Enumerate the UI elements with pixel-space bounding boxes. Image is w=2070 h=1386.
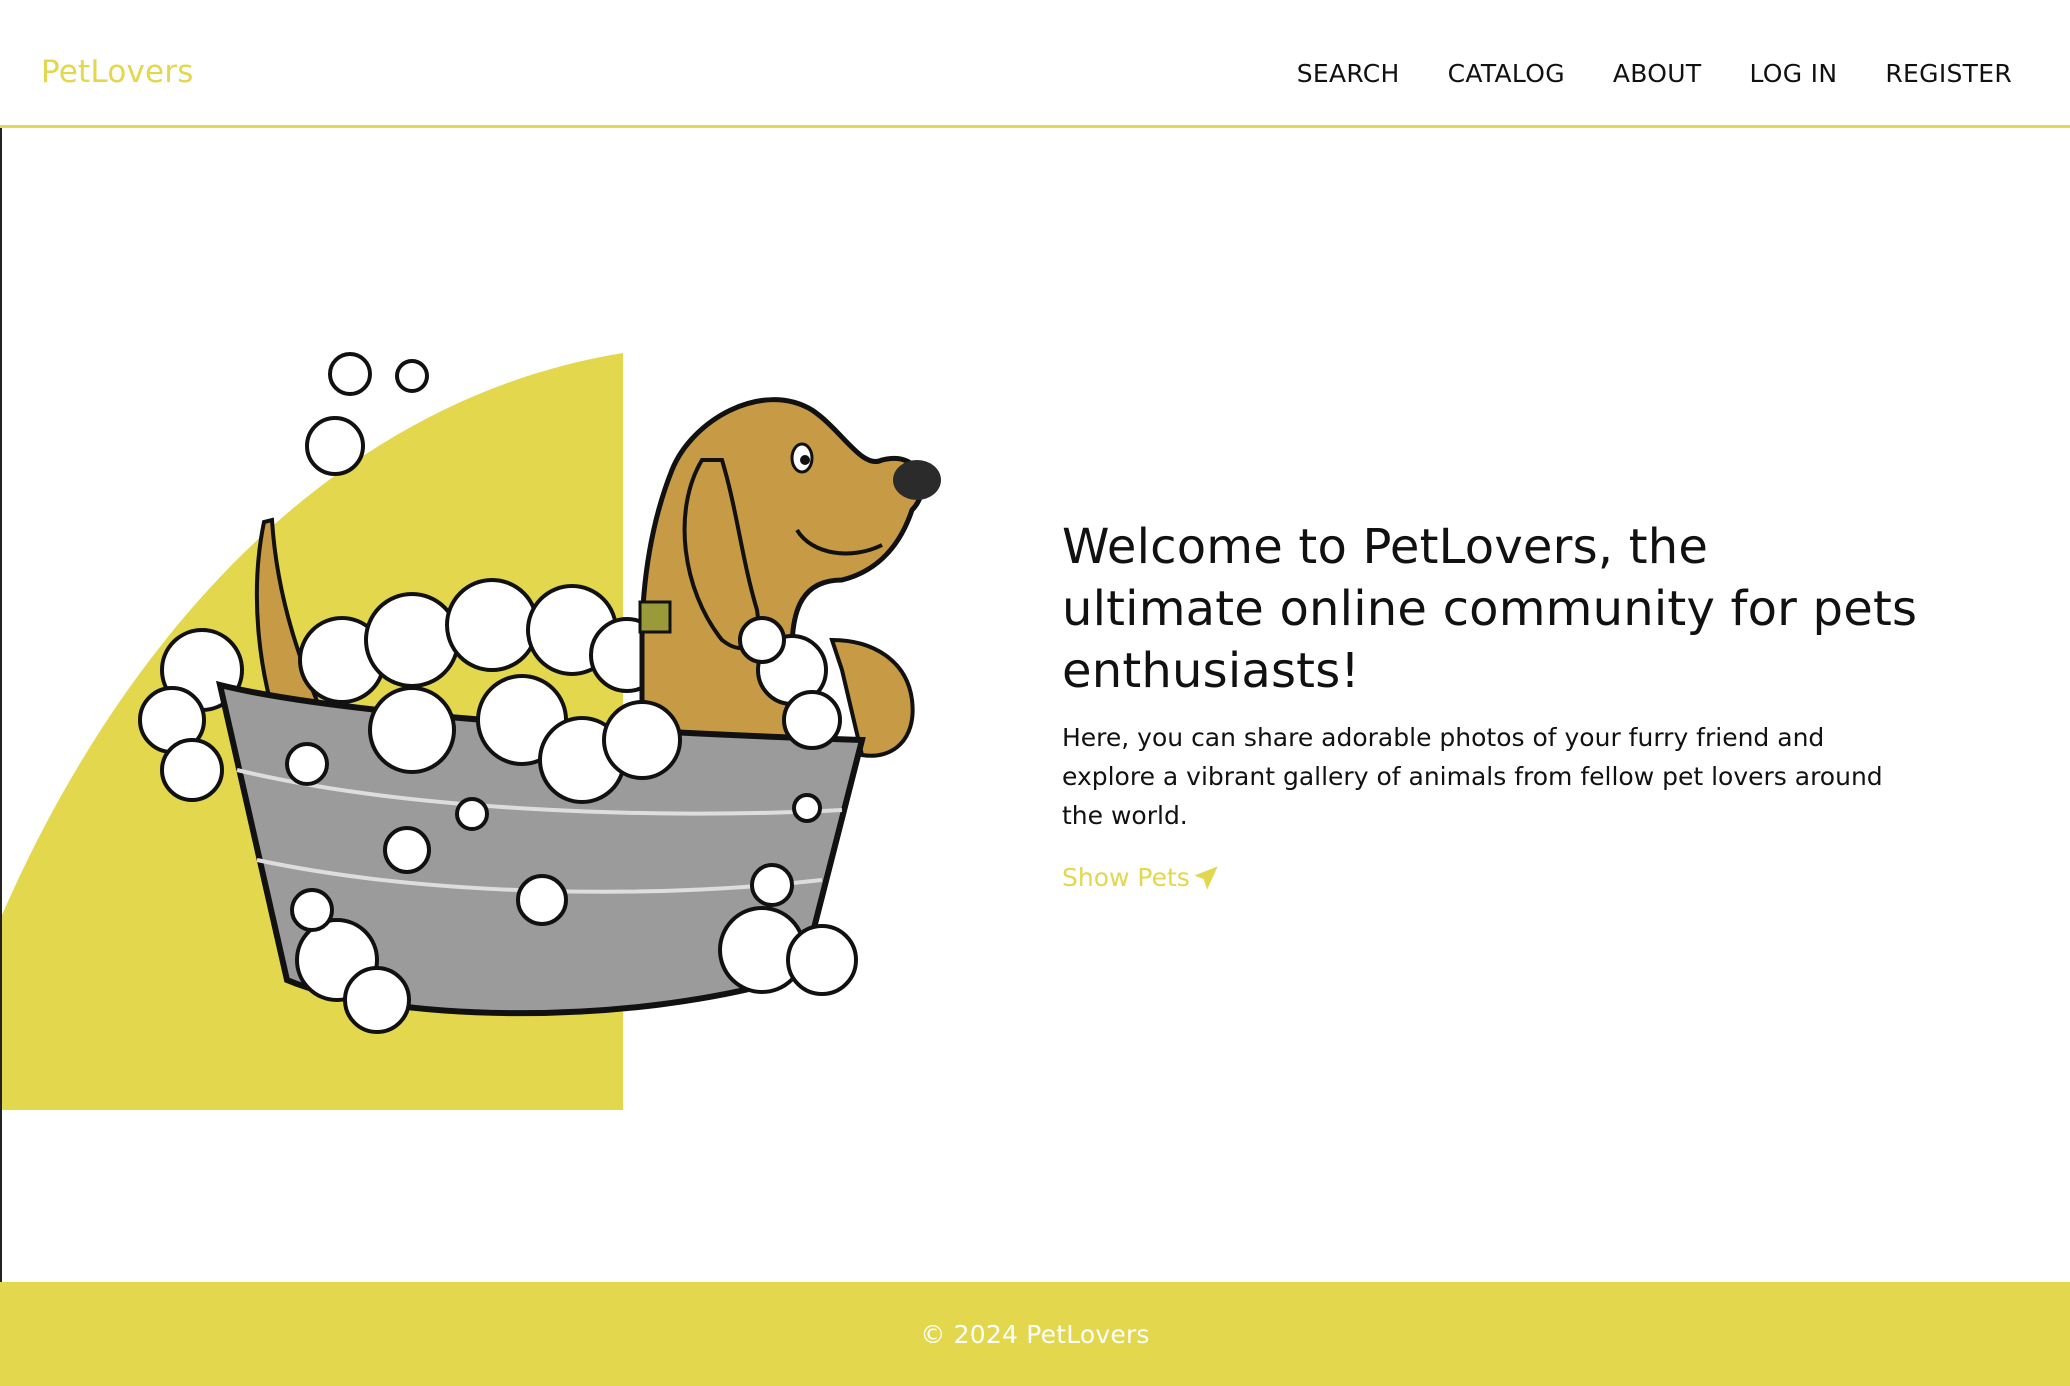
hero-section: Welcome to PetLovers, the ultimate onlin…	[1062, 516, 1922, 892]
logo-link[interactable]: PetLovers	[41, 54, 194, 90]
nav-catalog[interactable]: CATALOG	[1448, 59, 1565, 88]
site-header: PetLovers SEARCH CATALOG ABOUT LOG IN RE…	[0, 0, 2070, 128]
footer-copyright: © 2024 PetLovers	[920, 1319, 1150, 1349]
dog-collar	[638, 600, 672, 634]
hero-description: Here, you can share adorable photos of y…	[1062, 723, 1883, 830]
dog-in-bathtub-illustration	[2, 352, 941, 1110]
nav-log-in[interactable]: LOG IN	[1749, 59, 1837, 88]
show-pets-link[interactable]: Show Pets	[1062, 863, 1220, 892]
show-pets-label: Show Pets	[1062, 863, 1190, 892]
main-nav: SEARCH CATALOG ABOUT LOG IN REGISTER	[1297, 59, 2012, 88]
nav-about[interactable]: ABOUT	[1613, 59, 1702, 88]
nav-search[interactable]: SEARCH	[1297, 59, 1400, 88]
dog-nose	[893, 460, 941, 500]
site-footer: © 2024 PetLovers	[0, 1282, 2070, 1386]
nav-register[interactable]: REGISTER	[1885, 59, 2012, 88]
paper-plane-icon	[1194, 865, 1218, 890]
hero-title: Welcome to PetLovers, the ultimate onlin…	[1062, 519, 1918, 699]
